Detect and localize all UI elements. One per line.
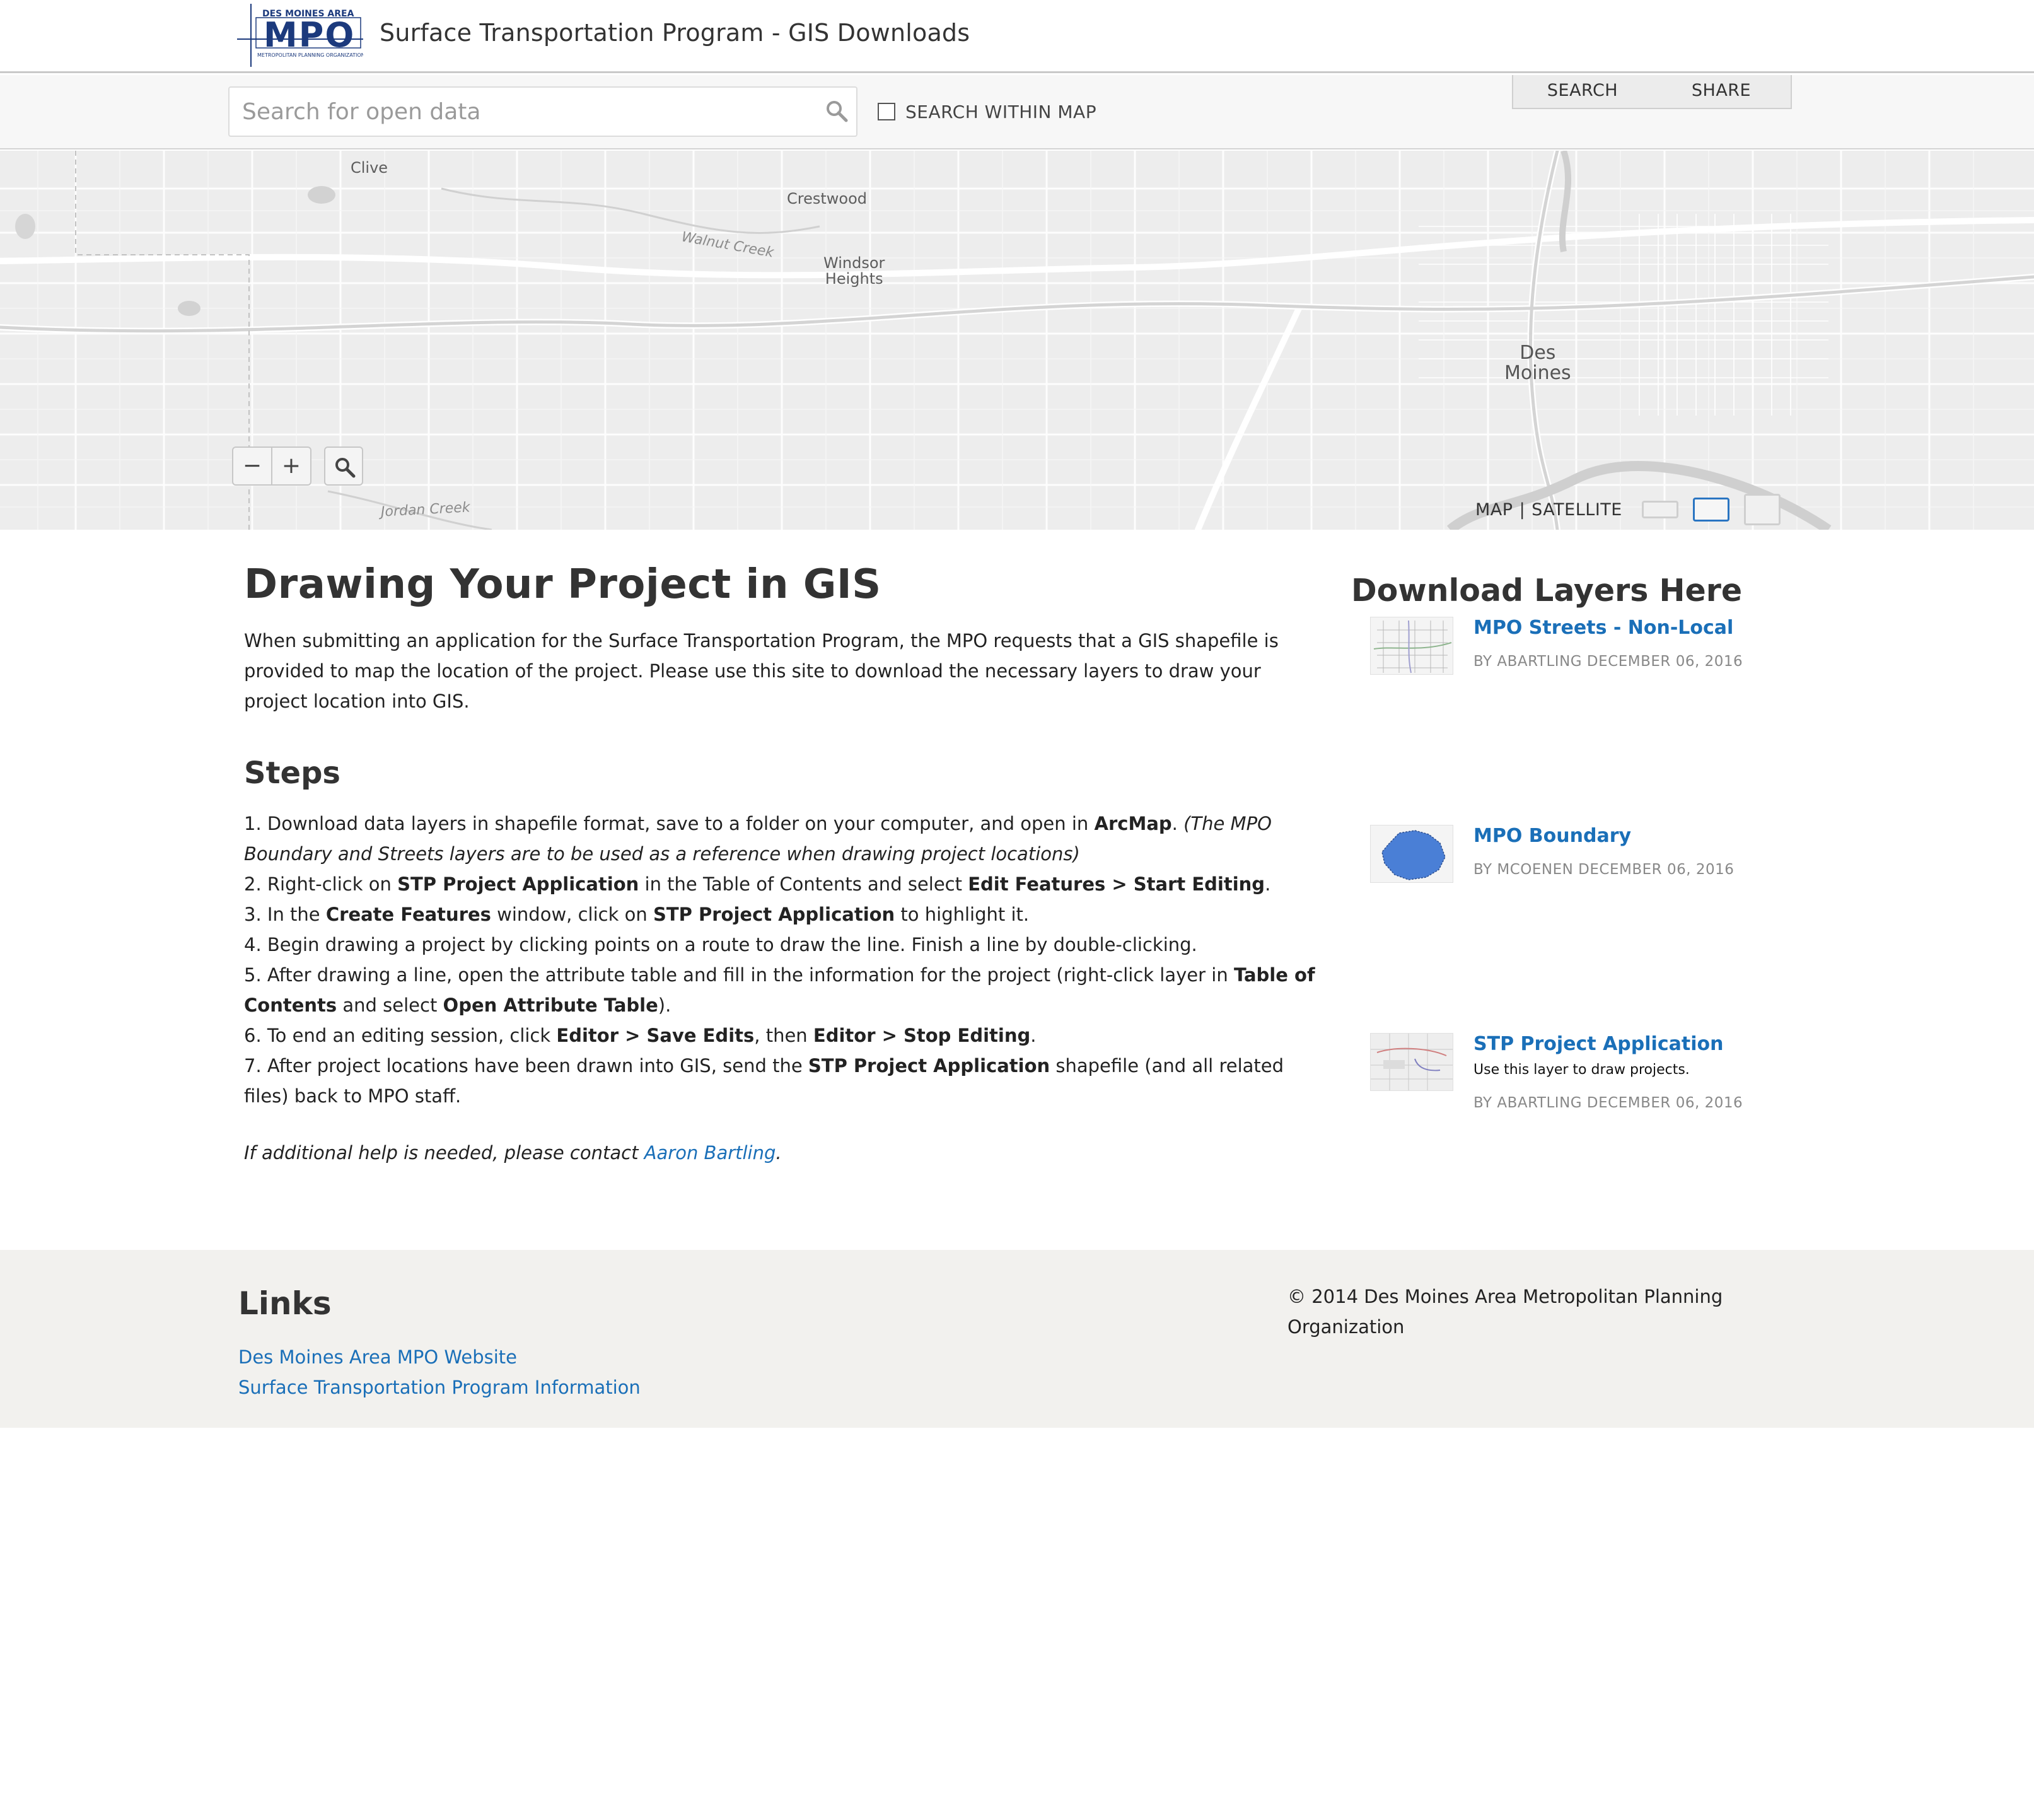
step-text-segment: 2. Right-click on xyxy=(244,873,398,895)
copyright-text: © 2014 Des Moines Area Metropolitan Plan… xyxy=(1287,1286,1723,1338)
step-text-segment: . xyxy=(1265,873,1271,895)
layer-meta-streets: BY ABARTLING DECEMBER 06, 2016 xyxy=(1473,653,1743,670)
layer-card-streets[interactable]: MPO Streets - Non-Local BY ABARTLING DEC… xyxy=(1370,617,1748,686)
layer-desc-stp-project: Use this layer to draw projects. xyxy=(1473,1062,1690,1078)
map-view[interactable]: Clive Crestwood Windsor Heights Walnut C… xyxy=(0,151,2034,530)
step-text-segment: and select xyxy=(337,995,443,1016)
search-within-map-toggle[interactable]: SEARCH WITHIN MAP xyxy=(878,100,1096,123)
help-text: If additional help is needed, please con… xyxy=(244,1138,1328,1168)
layer-meta-boundary: BY MCOENEN DECEMBER 06, 2016 xyxy=(1473,861,1735,878)
download-layers-panel: Download Layers Here MPO Streets - Non-L… xyxy=(1351,573,1743,1111)
steps-heading: Steps xyxy=(244,755,340,791)
layer-card-stp-project[interactable]: STP Project Application Use this layer t… xyxy=(1370,1033,1748,1111)
search-within-map-label: SEARCH WITHIN MAP xyxy=(905,101,1097,122)
step-item: 5. After drawing a line, open the attrib… xyxy=(244,960,1328,1020)
step-item: 2. Right-click on STP Project Applicatio… xyxy=(244,869,1328,899)
search-within-map-checkbox[interactable] xyxy=(878,103,895,120)
layer-meta-stp-project: BY ABARTLING DECEMBER 06, 2016 xyxy=(1473,1095,1743,1111)
step-text-segment: ArcMap xyxy=(1094,813,1172,834)
step-text-segment: ). xyxy=(658,995,671,1016)
step-item: 7. After project locations have been dra… xyxy=(244,1051,1328,1111)
page-title: Drawing Your Project in GIS xyxy=(244,561,881,608)
basemap-option-2-selected[interactable] xyxy=(1693,498,1729,522)
step-text-segment: 3. In the xyxy=(244,904,326,925)
basemap-option-3[interactable] xyxy=(1744,494,1781,525)
map-label-des-moines: Des Moines xyxy=(1504,342,1571,384)
step-text-segment: in the Table of Contents and select xyxy=(639,873,968,895)
basemap-option-1[interactable] xyxy=(1642,501,1678,518)
site-header: DES MOINES AREA MPO METROPOLITAN PLANNIN… xyxy=(0,0,2034,73)
site-footer: Links Des Moines Area MPO Website Surfac… xyxy=(0,1250,2034,1428)
help-prefix: If additional help is needed, please con… xyxy=(244,1142,644,1164)
step-text-segment: 4. Begin drawing a project by clicking p… xyxy=(244,934,1197,955)
map-label-clive: Clive xyxy=(351,159,388,177)
search-icon[interactable] xyxy=(823,98,850,124)
intro-paragraph: When submitting an application for the S… xyxy=(244,630,1279,712)
project-map-thumbnail[interactable] xyxy=(1370,1033,1453,1091)
layer-card-boundary[interactable]: MPO Boundary BY MCOENEN DECEMBER 06, 201… xyxy=(1370,825,1748,894)
step-text-segment: , then xyxy=(754,1025,813,1046)
step-text-segment: . xyxy=(1030,1025,1037,1046)
step-text-segment: Open Attribute Table xyxy=(443,995,658,1016)
basemap-map-link[interactable]: MAP xyxy=(1475,500,1513,520)
tab-share[interactable]: SHARE xyxy=(1652,75,1791,108)
footer-links: Des Moines Area MPO Website Surface Tran… xyxy=(238,1342,641,1403)
search-input[interactable] xyxy=(241,94,808,129)
step-text-segment: STP Project Application xyxy=(653,904,895,925)
streets-map-thumbnail[interactable] xyxy=(1370,617,1453,675)
map-label-windsor-heights: Windsor Heights xyxy=(823,254,885,288)
step-text-segment: 1. Download data layers in shapefile for… xyxy=(244,813,1095,834)
search-bar: SEARCH WITHIN MAP SEARCH SHARE xyxy=(0,75,2034,149)
steps-list: 1. Download data layers in shapefile for… xyxy=(244,808,1328,1111)
download-layers-heading: Download Layers Here xyxy=(1351,573,1743,609)
step-text-segment: . xyxy=(1171,813,1184,834)
main-content: Drawing Your Project in GIS When submitt… xyxy=(244,561,1328,1168)
step-text-segment: STP Project Application xyxy=(808,1055,1050,1076)
zoom-in-button[interactable]: + xyxy=(271,448,310,484)
step-text-segment: STP Project Application xyxy=(397,873,639,895)
layer-name-streets[interactable]: MPO Streets - Non-Local xyxy=(1473,617,1733,639)
step-text-segment: Edit Features > Start Editing xyxy=(968,873,1265,895)
step-item: 4. Begin drawing a project by clicking p… xyxy=(244,930,1328,960)
step-text-segment: 6. To end an editing session, click xyxy=(244,1025,557,1046)
layer-name-stp-project[interactable]: STP Project Application xyxy=(1473,1033,1723,1055)
search-box xyxy=(228,86,857,137)
basemap-toggle: MAP | SATELLITE xyxy=(1475,500,1622,520)
step-text-segment: window, click on xyxy=(491,904,653,925)
step-item: 3. In the Create Features window, click … xyxy=(244,899,1328,930)
magnifier-icon xyxy=(335,458,356,478)
step-text-segment: to highlight it. xyxy=(895,904,1030,925)
step-text-segment: Editor > Stop Editing xyxy=(813,1025,1031,1046)
step-text-segment: 7. After project locations have been dra… xyxy=(244,1055,808,1076)
zoom-out-button[interactable]: − xyxy=(233,448,271,484)
help-suffix: . xyxy=(776,1142,782,1164)
step-text-segment: Create Features xyxy=(325,904,491,925)
map-search-button[interactable] xyxy=(324,446,363,486)
svg-text:MPO: MPO xyxy=(264,15,355,55)
site-title: Surface Transportation Program - GIS Dow… xyxy=(380,19,970,47)
footer-link-mpo-website[interactable]: Des Moines Area MPO Website xyxy=(238,1342,641,1372)
layer-name-boundary[interactable]: MPO Boundary xyxy=(1473,825,1631,847)
mpo-logo[interactable]: DES MOINES AREA MPO METROPOLITAN PLANNIN… xyxy=(237,3,363,68)
tab-search[interactable]: SEARCH xyxy=(1513,75,1652,108)
step-text-segment: Editor > Save Edits xyxy=(556,1025,755,1046)
contact-link[interactable]: Aaron Bartling xyxy=(644,1142,776,1164)
boundary-polygon-thumbnail[interactable] xyxy=(1370,825,1453,883)
basemap-separator: | xyxy=(1519,500,1526,520)
basemap-satellite-link[interactable]: SATELLITE xyxy=(1531,500,1622,520)
step-text-segment: 5. After drawing a line, open the attrib… xyxy=(244,964,1234,986)
step-item: 1. Download data layers in shapefile for… xyxy=(244,808,1328,869)
svg-text:METROPOLITAN PLANNING ORGANIZA: METROPOLITAN PLANNING ORGANIZATION xyxy=(257,52,363,58)
map-label-crestwood: Crestwood xyxy=(787,190,868,207)
zoom-controls: − + xyxy=(232,446,311,486)
footer-links-heading: Links xyxy=(238,1285,332,1322)
step-item: 6. To end an editing session, click Edit… xyxy=(244,1020,1328,1051)
footer-link-stp-info[interactable]: Surface Transportation Program Informati… xyxy=(238,1372,641,1403)
header-tabs: SEARCH SHARE xyxy=(1512,75,1792,109)
